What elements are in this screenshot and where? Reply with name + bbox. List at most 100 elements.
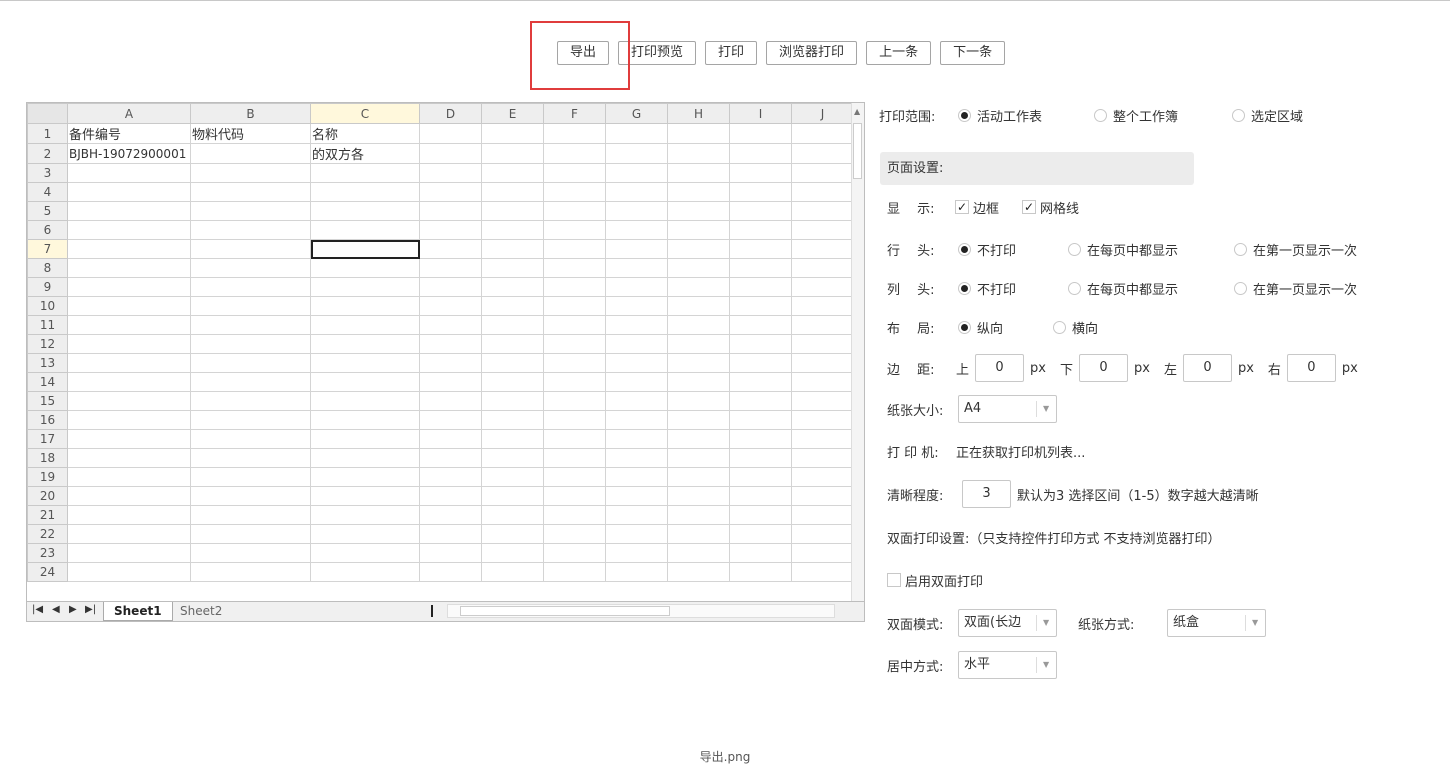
- cell[interactable]: [481, 505, 544, 525]
- column-header[interactable]: D: [419, 103, 482, 124]
- column-header[interactable]: J: [791, 103, 854, 124]
- cell[interactable]: [543, 467, 606, 487]
- cell[interactable]: [419, 467, 482, 487]
- cell[interactable]: [419, 353, 482, 373]
- cell[interactable]: [605, 123, 668, 144]
- cell[interactable]: [667, 258, 730, 278]
- cell[interactable]: [190, 163, 311, 183]
- clarity-input[interactable]: 3: [962, 480, 1011, 508]
- cell[interactable]: [667, 315, 730, 335]
- row-header-noprint[interactable]: 不打印: [958, 240, 1068, 259]
- cell[interactable]: [729, 220, 792, 240]
- sheet-tab-sheet1[interactable]: Sheet1: [103, 602, 173, 621]
- cell[interactable]: [419, 448, 482, 468]
- row-header[interactable]: 24: [27, 562, 68, 582]
- col-header-noprint[interactable]: 不打印: [958, 279, 1068, 298]
- cell[interactable]: [543, 562, 606, 582]
- column-header[interactable]: H: [667, 103, 730, 124]
- cell[interactable]: [481, 277, 544, 297]
- cell[interactable]: [729, 353, 792, 373]
- cell[interactable]: [190, 315, 311, 335]
- cell[interactable]: [667, 239, 730, 259]
- cell[interactable]: [190, 505, 311, 525]
- cell[interactable]: [791, 543, 854, 563]
- cell[interactable]: [667, 123, 730, 144]
- cell[interactable]: [310, 562, 420, 582]
- cell[interactable]: [310, 296, 420, 316]
- column-header[interactable]: B: [190, 103, 311, 124]
- cell[interactable]: [605, 486, 668, 506]
- cell[interactable]: [481, 182, 544, 202]
- cell[interactable]: [67, 201, 191, 221]
- cell[interactable]: [310, 505, 420, 525]
- horizontal-scrollbar[interactable]: [447, 604, 835, 618]
- cell[interactable]: [190, 486, 311, 506]
- cell[interactable]: [310, 353, 420, 373]
- cell[interactable]: [667, 429, 730, 449]
- cell[interactable]: [67, 315, 191, 335]
- sheet-tab-sheet2[interactable]: Sheet2: [170, 602, 232, 620]
- cell[interactable]: [605, 429, 668, 449]
- cell[interactable]: [729, 562, 792, 582]
- scroll-up-icon[interactable]: ▲: [854, 107, 860, 116]
- cell[interactable]: [481, 239, 544, 259]
- cell[interactable]: [419, 182, 482, 202]
- cell[interactable]: [481, 429, 544, 449]
- cell[interactable]: [667, 391, 730, 411]
- row-header[interactable]: 20: [27, 486, 68, 506]
- cell[interactable]: [543, 524, 606, 544]
- cell[interactable]: [190, 296, 311, 316]
- cell[interactable]: [605, 562, 668, 582]
- cell[interactable]: [605, 505, 668, 525]
- row-header[interactable]: 18: [27, 448, 68, 468]
- vertical-scrollbar[interactable]: ▲: [851, 103, 864, 603]
- column-header[interactable]: F: [543, 103, 606, 124]
- cell[interactable]: [729, 467, 792, 487]
- cell[interactable]: [190, 543, 311, 563]
- row-header[interactable]: 4: [27, 182, 68, 202]
- cell[interactable]: [791, 410, 854, 430]
- cell[interactable]: [543, 220, 606, 240]
- cell[interactable]: [481, 524, 544, 544]
- radio-whole-workbook[interactable]: 整个工作簿: [1094, 106, 1232, 125]
- row-header[interactable]: 22: [27, 524, 68, 544]
- row-header[interactable]: 9: [27, 277, 68, 297]
- cell[interactable]: [419, 334, 482, 354]
- cell[interactable]: [67, 524, 191, 544]
- cell[interactable]: [543, 486, 606, 506]
- cell[interactable]: [667, 505, 730, 525]
- cell[interactable]: [419, 201, 482, 221]
- cell[interactable]: [190, 201, 311, 221]
- cell[interactable]: [190, 182, 311, 202]
- cell[interactable]: [481, 391, 544, 411]
- cell[interactable]: 物料代码: [190, 123, 311, 144]
- column-header[interactable]: E: [481, 103, 544, 124]
- cell[interactable]: [667, 277, 730, 297]
- cell[interactable]: [543, 410, 606, 430]
- cell[interactable]: [310, 467, 420, 487]
- cell[interactable]: [791, 315, 854, 335]
- cell[interactable]: [791, 163, 854, 183]
- cell[interactable]: [605, 201, 668, 221]
- cell[interactable]: [190, 391, 311, 411]
- vertical-scroll-thumb[interactable]: [853, 123, 862, 179]
- margin-right-input[interactable]: 0: [1286, 354, 1336, 382]
- next-record-button[interactable]: 下一条: [940, 41, 1006, 65]
- cell[interactable]: [605, 182, 668, 202]
- cell[interactable]: [419, 296, 482, 316]
- col-header-every-page[interactable]: 在每页中都显示: [1068, 279, 1234, 298]
- cell[interactable]: [729, 391, 792, 411]
- row-header[interactable]: 15: [27, 391, 68, 411]
- cell[interactable]: [419, 277, 482, 297]
- cell[interactable]: [543, 258, 606, 278]
- row-header-every-page[interactable]: 在每页中都显示: [1068, 240, 1234, 259]
- cell[interactable]: [543, 543, 606, 563]
- row-header-first-page[interactable]: 在第一页显示一次: [1234, 240, 1357, 259]
- cell[interactable]: [67, 467, 191, 487]
- select-all-corner[interactable]: [27, 103, 68, 124]
- cell[interactable]: [667, 182, 730, 202]
- cell[interactable]: [190, 239, 311, 259]
- cell[interactable]: [67, 334, 191, 354]
- cell[interactable]: [791, 353, 854, 373]
- cell[interactable]: [190, 372, 311, 392]
